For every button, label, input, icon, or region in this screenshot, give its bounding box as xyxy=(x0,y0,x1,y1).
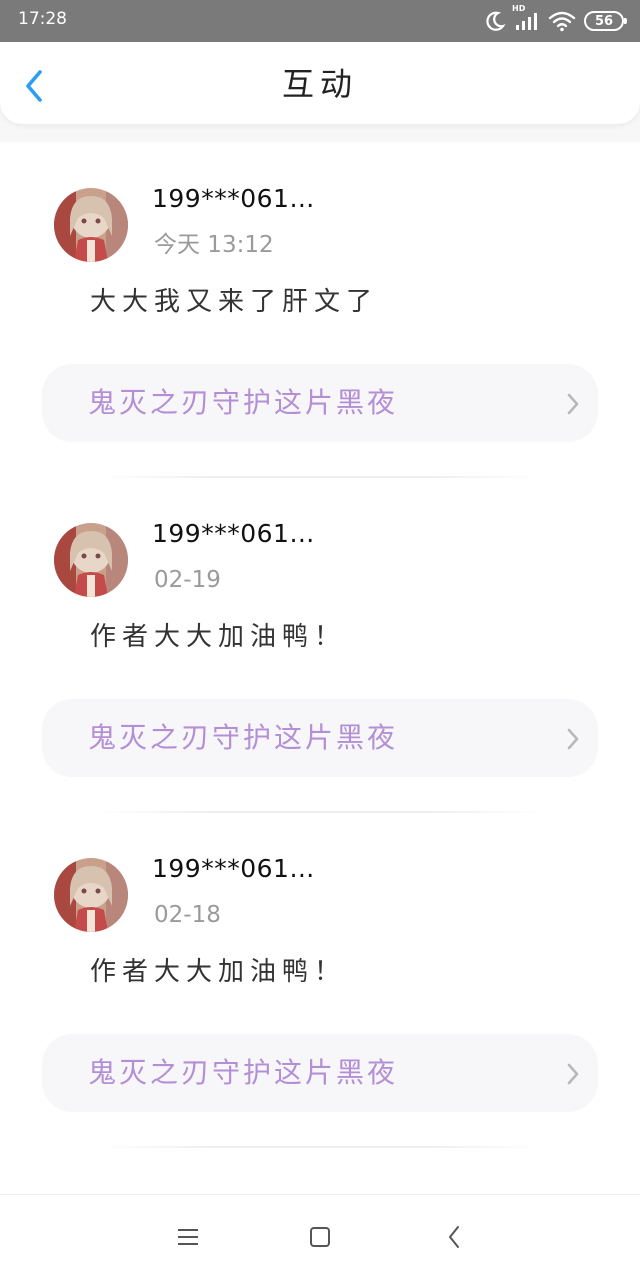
moon-icon xyxy=(484,10,506,32)
book-title: 鬼灭之刃守护这片黑夜 xyxy=(88,1056,399,1089)
comment-item: 199***061… 今天 13:12 大大我又来了肝文了 鬼灭之刃守护这片黑夜 xyxy=(0,142,640,478)
username[interactable]: 199***061… xyxy=(152,182,315,216)
back-icon xyxy=(449,1226,459,1248)
book-link[interactable]: 鬼灭之刃守护这片黑夜 xyxy=(42,1034,598,1112)
comment-text: 作者大大加油鸭！ xyxy=(90,622,347,652)
username[interactable]: 199***061… xyxy=(152,852,315,886)
comment-list: 199***061… 今天 13:12 大大我又来了肝文了 鬼灭之刃守护这片黑夜 xyxy=(0,142,640,1194)
avatar[interactable] xyxy=(54,858,128,932)
wifi-icon xyxy=(548,10,576,32)
book-title: 鬼灭之刃守护这片黑夜 xyxy=(88,386,399,419)
battery-icon: 56 xyxy=(584,11,627,31)
divider xyxy=(100,1146,540,1148)
nav-back-button[interactable] xyxy=(436,1221,472,1253)
status-time: 17:28 xyxy=(18,9,67,29)
book-link[interactable]: 鬼灭之刃守护这片黑夜 xyxy=(42,364,598,442)
signal-icon: HD xyxy=(512,4,540,32)
book-title: 鬼灭之刃守护这片黑夜 xyxy=(88,721,399,754)
comment-time: 今天 13:12 xyxy=(154,232,274,258)
network-label: HD xyxy=(512,4,526,13)
header: 互动 xyxy=(0,42,640,124)
home-icon xyxy=(310,1227,330,1247)
comment-text: 作者大大加油鸭！ xyxy=(90,957,347,987)
system-nav-bar xyxy=(0,1194,640,1280)
avatar[interactable] xyxy=(54,188,128,262)
chevron-right-icon xyxy=(567,393,579,415)
avatar[interactable] xyxy=(54,523,128,597)
comment-text: 大大我又来了肝文了 xyxy=(90,287,379,317)
comment-item: 199***061… 02-19 作者大大加油鸭！ 鬼灭之刃守护这片黑夜 xyxy=(0,477,640,813)
comment-item: 199***061… 02-18 作者大大加油鸭！ 鬼灭之刃守护这片黑夜 xyxy=(0,812,640,1148)
comment-time: 02-19 xyxy=(154,567,221,593)
username[interactable]: 199***061… xyxy=(152,517,315,551)
book-link[interactable]: 鬼灭之刃守护这片黑夜 xyxy=(42,699,598,777)
menu-icon xyxy=(178,1229,198,1245)
comment-time: 02-18 xyxy=(154,902,221,928)
battery-level: 56 xyxy=(594,13,614,29)
status-icons: HD 56 xyxy=(484,4,627,34)
page-title: 互动 xyxy=(281,65,358,103)
menu-button[interactable] xyxy=(170,1221,206,1253)
chevron-right-icon xyxy=(567,728,579,750)
chevron-right-icon xyxy=(567,1063,579,1085)
home-button[interactable] xyxy=(302,1221,338,1253)
status-bar: 17:28 HD 56 xyxy=(0,0,640,42)
